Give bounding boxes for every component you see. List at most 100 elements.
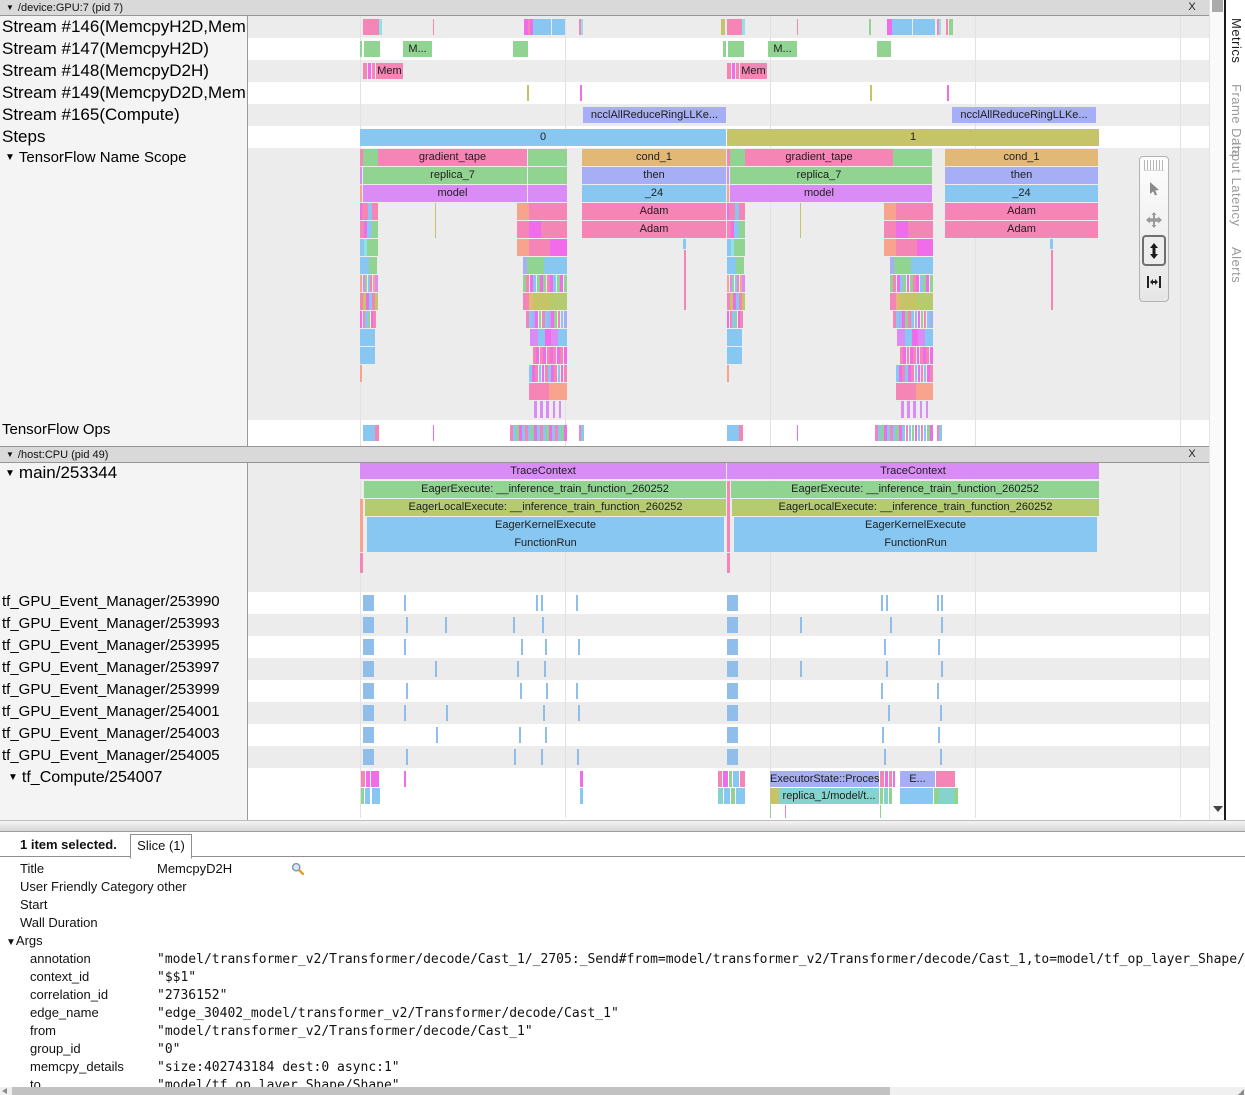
scroll-down-icon[interactable] xyxy=(1213,806,1223,812)
trace-event[interactable] xyxy=(360,41,362,57)
trace-event[interactable]: then xyxy=(582,167,726,184)
trace-event[interactable] xyxy=(578,705,580,721)
collapse-arrow-icon[interactable]: ▼ xyxy=(8,772,18,783)
trace-event[interactable] xyxy=(727,19,742,35)
trace-event[interactable] xyxy=(576,595,578,611)
trace-event[interactable] xyxy=(897,329,905,346)
trace-event[interactable] xyxy=(436,727,438,743)
trace-event[interactable]: EagerKernelExecute xyxy=(367,517,724,534)
trace-event[interactable] xyxy=(727,347,742,364)
magnifier-icon[interactable] xyxy=(291,862,304,875)
trace-event[interactable] xyxy=(733,771,739,787)
trace-event[interactable] xyxy=(558,329,567,346)
trace-event[interactable] xyxy=(785,805,786,818)
trace-event[interactable]: FunctionRun xyxy=(734,534,1097,552)
trace-event[interactable] xyxy=(939,788,954,804)
trace-event[interactable] xyxy=(930,275,933,292)
trace-event[interactable]: FunctionRun xyxy=(367,534,724,552)
trace-event[interactable] xyxy=(800,661,802,677)
trace-event[interactable] xyxy=(742,275,744,292)
trace-event[interactable] xyxy=(718,771,722,787)
trace-event[interactable] xyxy=(896,221,908,238)
trace-event[interactable] xyxy=(941,617,943,633)
trace-event[interactable] xyxy=(577,749,579,765)
palette-grip[interactable] xyxy=(1144,160,1164,171)
trace-event[interactable] xyxy=(920,401,923,418)
trace-event[interactable]: 1 xyxy=(727,129,1099,146)
trace-event[interactable] xyxy=(742,19,745,35)
trace-event[interactable] xyxy=(727,639,738,655)
trace-event[interactable] xyxy=(581,425,584,441)
trace-event[interactable] xyxy=(550,293,567,310)
trace-event[interactable] xyxy=(435,661,437,677)
trace-event[interactable] xyxy=(361,771,365,787)
collapse-arrow-icon[interactable]: ▼ xyxy=(6,937,16,948)
trace-event[interactable]: replica_7 xyxy=(745,167,893,184)
trace-event[interactable] xyxy=(684,250,686,310)
trace-event[interactable]: model xyxy=(745,185,893,202)
cpu-section-header[interactable]: ▼/host:CPU (pid 49) X xyxy=(0,446,1209,463)
trace-event[interactable] xyxy=(893,149,932,166)
trace-event[interactable] xyxy=(907,401,910,418)
trace-event[interactable] xyxy=(917,293,933,310)
trace-event[interactable]: Adam xyxy=(945,221,1098,238)
trace-event[interactable] xyxy=(360,365,362,382)
close-icon[interactable]: X xyxy=(1185,447,1199,462)
trace-event[interactable] xyxy=(896,239,917,256)
trace-event[interactable] xyxy=(513,41,528,57)
gpu-section-header[interactable]: ▼/device:GPU:7 (pid 7) X xyxy=(0,0,1209,16)
trace-event[interactable]: EagerExecute: __inference_train_function… xyxy=(364,481,726,498)
trace-event[interactable] xyxy=(938,727,940,743)
track-label[interactable]: ▼TensorFlow Name Scope xyxy=(5,149,186,166)
trace-event[interactable] xyxy=(521,639,523,655)
trace-event[interactable] xyxy=(538,329,545,346)
trace-event[interactable]: Mem xyxy=(376,63,403,79)
trace-event[interactable]: EagerKernelExecute xyxy=(734,517,1097,534)
trace-event[interactable] xyxy=(736,63,739,79)
trace-event[interactable] xyxy=(372,63,375,79)
trace-event[interactable] xyxy=(727,185,729,202)
trace-event[interactable] xyxy=(363,727,374,743)
tab-metrics[interactable]: Metrics xyxy=(1229,18,1244,63)
trace-event[interactable] xyxy=(546,683,548,699)
trace-event[interactable] xyxy=(938,639,940,655)
trace-event[interactable] xyxy=(936,771,955,787)
trace-event[interactable] xyxy=(546,401,549,418)
scrollbar-thumb[interactable] xyxy=(12,1087,890,1095)
trace-event[interactable] xyxy=(739,203,745,220)
trace-event[interactable] xyxy=(870,85,872,101)
trace-event[interactable] xyxy=(937,595,939,611)
trace-event[interactable] xyxy=(445,617,447,633)
trace-event[interactable] xyxy=(730,185,745,202)
trace-event[interactable] xyxy=(797,19,798,35)
trace-event[interactable] xyxy=(372,221,378,238)
trace-event[interactable] xyxy=(724,788,730,804)
trace-event[interactable] xyxy=(732,63,735,79)
trace-event[interactable]: 0 xyxy=(360,129,726,146)
trace-event[interactable] xyxy=(893,185,932,202)
trace-event[interactable] xyxy=(363,639,374,655)
trace-event[interactable] xyxy=(889,788,892,804)
trace-event[interactable] xyxy=(528,185,567,202)
trace-event[interactable] xyxy=(545,639,547,655)
trace-event[interactable] xyxy=(727,553,730,573)
trace-event[interactable] xyxy=(580,85,582,101)
trace-event[interactable] xyxy=(564,365,567,382)
trace-event[interactable] xyxy=(404,705,406,721)
trace-event[interactable] xyxy=(543,705,545,721)
trace-event[interactable] xyxy=(534,401,537,418)
trace-event[interactable] xyxy=(890,617,892,633)
trace-event[interactable] xyxy=(363,683,374,699)
trace-event[interactable] xyxy=(730,149,745,166)
trace-event[interactable] xyxy=(541,221,567,238)
trace-event[interactable] xyxy=(363,749,374,765)
trace-event[interactable] xyxy=(884,203,896,220)
trace-event[interactable]: _24 xyxy=(945,185,1098,202)
trace-event[interactable] xyxy=(797,425,798,441)
trace-event[interactable] xyxy=(882,727,884,743)
trace-event[interactable] xyxy=(880,805,881,818)
trace-event[interactable] xyxy=(372,788,380,804)
trace-event[interactable] xyxy=(739,425,743,441)
trace-event[interactable] xyxy=(529,203,567,220)
trace-event[interactable] xyxy=(363,63,367,79)
